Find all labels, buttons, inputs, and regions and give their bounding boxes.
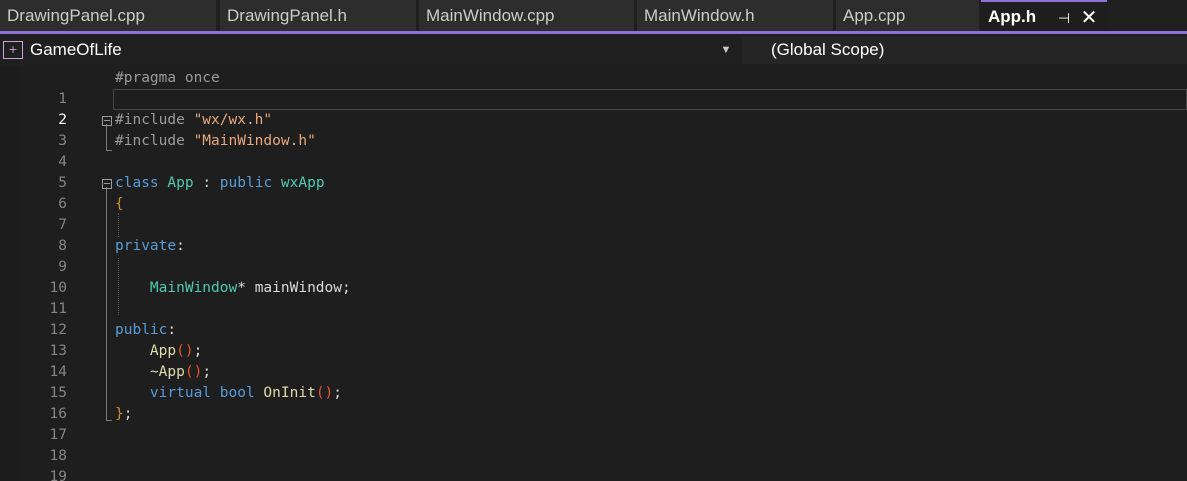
navigation-bar: + GameOfLife ▼ (Global Scope) — [0, 34, 1187, 66]
pin-icon[interactable]: ⊣ — [1053, 4, 1075, 31]
document-tab-bar: DrawingPanel.cpp DrawingPanel.h MainWind… — [0, 0, 1187, 34]
code-line: 14 App(); — [0, 341, 1187, 380]
code-line: 8 — [0, 215, 1187, 254]
project-dropdown[interactable]: + GameOfLife ▼ — [0, 36, 738, 64]
project-name: GameOfLife — [30, 40, 122, 59]
tab-label: DrawingPanel.h — [227, 6, 348, 25]
code-line: 10 — [0, 257, 1187, 296]
code-line: 12 — [0, 299, 1187, 338]
code-line: 18 — [0, 425, 1187, 464]
tab-label: MainWindow.h — [644, 6, 755, 25]
line-content: #include "wx/wx.h" — [115, 112, 273, 128]
code-line: 1 #pragma once — [0, 68, 1187, 107]
line-content: #pragma once — [115, 70, 220, 86]
code-line: 4 #include "MainWindow.h" — [0, 131, 1187, 170]
tab-drawingpanel-cpp[interactable]: DrawingPanel.cpp — [0, 0, 216, 31]
tab-mainwindow-cpp[interactable]: MainWindow.cpp — [419, 0, 634, 31]
code-line: 11 MainWindow* mainWindow; — [0, 278, 1187, 317]
code-line: 9 private: — [0, 236, 1187, 275]
line-content: private: — [115, 238, 185, 254]
code-line: 6 class App : public wxApp — [0, 173, 1187, 212]
tab-app-h[interactable]: App.h ⊣ ✕ — [981, 0, 1107, 31]
code-line: 15 ~App(); — [0, 362, 1187, 401]
code-line: 3 #include "wx/wx.h" — [0, 110, 1187, 149]
code-line: 17 }; — [0, 404, 1187, 443]
current-line-highlight — [113, 89, 1187, 110]
line-content: public: — [115, 322, 177, 338]
line-content: }; — [115, 406, 133, 422]
chevron-down-icon[interactable]: ▼ — [716, 36, 736, 64]
tab-app-cpp[interactable]: App.cpp — [836, 0, 979, 31]
tab-label: App.h — [988, 7, 1037, 26]
tab-drawingpanel-h[interactable]: DrawingPanel.h — [220, 0, 416, 31]
tab-label: MainWindow.cpp — [426, 6, 555, 25]
line-content: { — [115, 196, 124, 212]
scope-label: (Global Scope) — [771, 40, 885, 59]
line-content: ~App(); — [115, 364, 212, 380]
code-editor[interactable]: 1 #pragma once 2 3 #include "wx/wx.h" 4 … — [0, 66, 1187, 481]
line-content: class App : public wxApp — [115, 175, 325, 191]
close-icon[interactable]: ✕ — [1078, 4, 1100, 31]
collapse-icon[interactable] — [102, 179, 112, 189]
line-content: #include "MainWindow.h" — [115, 133, 316, 149]
code-line: 7 { — [0, 194, 1187, 233]
code-line: 13 public: — [0, 320, 1187, 359]
line-content: virtual bool OnInit(); — [149, 385, 343, 401]
line-number: 19 — [49, 469, 67, 481]
tab-label: App.cpp — [843, 6, 906, 25]
line-content: MainWindow* mainWindow; — [149, 280, 351, 296]
code-line-current: 2 — [0, 89, 1187, 128]
line-content: App(); — [149, 343, 203, 359]
code-line: 16 virtual bool OnInit(); — [0, 383, 1187, 422]
code-line: 5 — [0, 152, 1187, 191]
cpp-project-icon: + — [3, 41, 23, 59]
tab-label: DrawingPanel.cpp — [7, 6, 145, 25]
code-line: 19 — [0, 446, 1187, 481]
collapse-icon[interactable] — [102, 116, 112, 126]
scope-dropdown[interactable]: (Global Scope) — [742, 36, 1187, 64]
tab-mainwindow-h[interactable]: MainWindow.h — [637, 0, 833, 31]
